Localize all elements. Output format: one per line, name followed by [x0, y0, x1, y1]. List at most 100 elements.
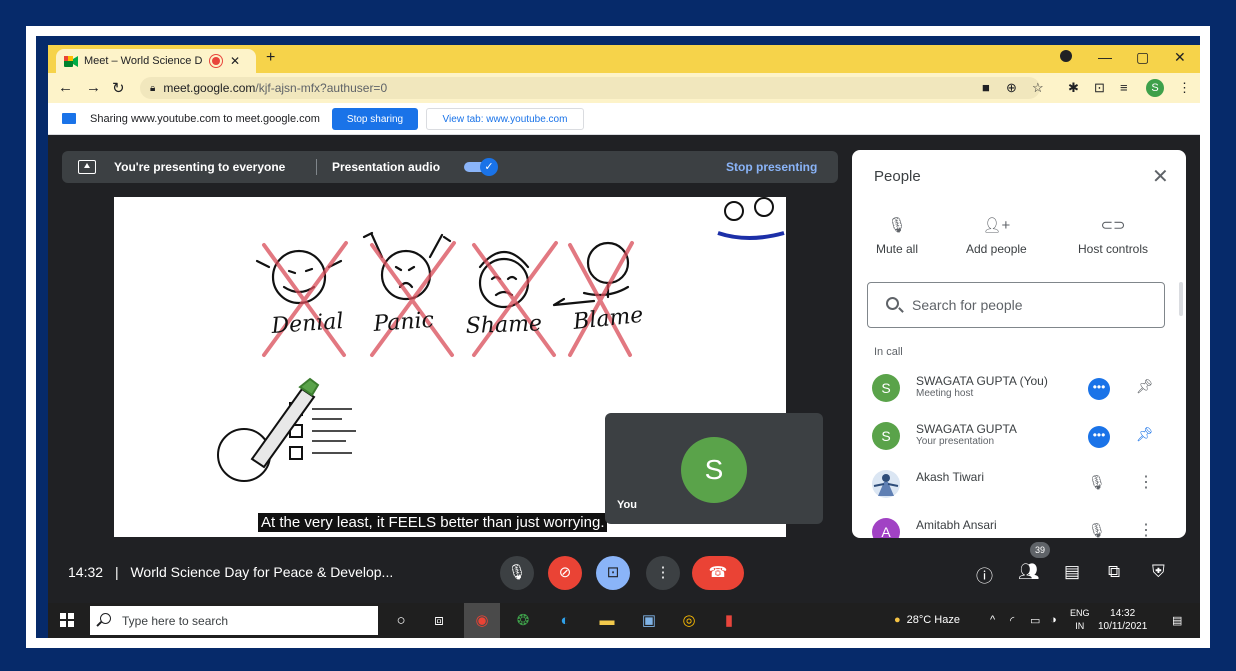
show-hidden-icons[interactable]: ^ [990, 614, 995, 626]
slide-word-panic: Panic [372, 308, 435, 337]
profile-avatar[interactable]: S [1146, 79, 1164, 97]
input-language[interactable]: ENG IN [1070, 607, 1090, 633]
people-icon[interactable]: 👥︎ [1018, 562, 1040, 582]
weather-widget[interactable]: ● 28°C Haze [894, 614, 960, 626]
meeting-details-icon[interactable]: ⓘ [976, 562, 993, 587]
view-tab-button[interactable]: View tab: www.youtube.com [426, 108, 584, 130]
participant-name: Amitabh Ansari [916, 518, 997, 532]
edge-icon[interactable]: ◐ [554, 610, 576, 632]
mic-off-icon: 🎙︎ [887, 217, 907, 234]
panic-x-mark [370, 241, 456, 357]
presenting-text: You're presenting to everyone [114, 160, 286, 174]
mute-all-button[interactable]: 🎙︎ Mute all [876, 216, 918, 256]
battery-icon[interactable]: ▭ [1030, 614, 1040, 627]
search-input[interactable] [912, 295, 1152, 315]
mic-off-icon: 🎙︎ [1088, 474, 1106, 490]
video-caption: At the very least, it FEELS better than … [258, 513, 608, 532]
microphone-button[interactable]: 🎙︎ [500, 556, 534, 590]
minimize-icon[interactable]: — [1098, 49, 1112, 65]
add-person-icon: 👤︎+ [982, 217, 1011, 234]
tab-close-icon[interactable]: ✕ [230, 54, 240, 68]
more-vert-icon[interactable]: ⋮ [1138, 520, 1154, 538]
volume-icon[interactable]: ◑ [1050, 614, 1057, 626]
search-icon [100, 613, 111, 624]
browser-toolbar: ← → ↻ 🔒︎ meet.google.com/kjf-ajsn-mfx?au… [48, 73, 1200, 103]
host-controls-button[interactable]: ⊂⊃ Host controls [1078, 216, 1148, 256]
close-icon[interactable]: ✕ [1152, 164, 1169, 189]
slide-word-shame: Shame [465, 311, 542, 339]
new-tab-button[interactable]: + [266, 49, 275, 67]
participant-subtitle: Your presentation [916, 436, 995, 447]
unpin-icon[interactable]: 📌︎ [1136, 426, 1154, 443]
system-clock[interactable]: 14:32 10/11/2021 [1098, 607, 1147, 633]
task-view-icon[interactable]: ⧈ [428, 610, 450, 632]
window-close-icon[interactable]: ✕ [1174, 49, 1186, 66]
chat-app-icon[interactable]: ❂ [512, 610, 534, 632]
add-people-button[interactable]: 👤︎+ Add people [966, 216, 1027, 256]
chrome-canary-icon[interactable]: ◉ [471, 610, 493, 632]
screen: Meet – World Science Day fo ✕ + — ▢ ✕ ← … [48, 45, 1200, 638]
cortana-icon[interactable]: ○ [390, 610, 412, 632]
more-options-icon[interactable]: ••• [1088, 378, 1110, 400]
clock-date: 10/11/2021 [1098, 621, 1148, 632]
back-arrow-icon[interactable]: ← [58, 79, 73, 96]
more-vert-icon[interactable]: ⋮ [1138, 472, 1154, 492]
chrome-menu-icon[interactable]: ⋮ [1178, 80, 1191, 96]
notifications-icon[interactable]: ▤ [1172, 614, 1182, 627]
participant-avatar: A [872, 518, 900, 538]
pin-icon[interactable]: 📌︎ [1136, 378, 1154, 395]
panel-scrollbar[interactable] [1179, 282, 1183, 316]
presentation-audio-toggle[interactable]: ✓ [464, 158, 500, 176]
stop-sharing-button[interactable]: Stop sharing [332, 108, 418, 130]
tab-title: Meet – World Science Day fo [84, 55, 202, 67]
windows-start-icon[interactable] [60, 613, 74, 627]
taskbar-search-placeholder: Type here to search [122, 614, 229, 628]
stop-presenting-button[interactable]: Stop presenting [726, 160, 817, 174]
more-options-button[interactable]: ⋮ [646, 556, 680, 590]
reading-list-icon[interactable]: ≡ [1120, 80, 1128, 95]
end-call-button[interactable]: ☎︎ [692, 556, 744, 590]
corner-figures [717, 197, 785, 240]
participant-count-badge: 39 [1030, 542, 1050, 558]
self-view-tile[interactable]: S You [605, 413, 823, 524]
bookmark-star-icon[interactable]: ☆ [1032, 80, 1044, 96]
divider [316, 159, 317, 175]
participant-subtitle: Meeting host [916, 388, 974, 399]
taskbar-search[interactable]: Type here to search [90, 606, 378, 635]
reload-icon[interactable]: ↻ [112, 79, 125, 97]
present-now-button[interactable]: ⊡ [596, 556, 630, 590]
camera-icon[interactable]: ■ [982, 80, 990, 95]
host-controls-icon[interactable]: ⛨ [1152, 562, 1165, 582]
activities-icon[interactable]: ⧉ [1108, 562, 1120, 582]
participant-row[interactable]: Akash Tiwari 🎙︎ ⋮ [852, 462, 1186, 508]
sharing-infobar: Sharing www.youtube.com to meet.google.c… [48, 103, 1200, 135]
profile-dot-icon[interactable] [1060, 50, 1072, 62]
participant-row[interactable]: S SWAGATA GUPTA Your presentation ••• 📌︎ [852, 414, 1186, 460]
camera-off-button[interactable]: ⊘ [548, 556, 582, 590]
forward-arrow-icon[interactable]: → [86, 79, 101, 96]
network-icon[interactable]: ◜ [1010, 614, 1014, 627]
recording-dot-icon [212, 57, 220, 65]
windows-taskbar: Type here to search ○ ⧈ ◉ ❂ ◐ ▬ ▣ ◎ ▮ ● 2… [48, 603, 1200, 638]
address-bar[interactable]: 🔒︎ meet.google.com/kjf-ajsn-mfx?authuser… [140, 77, 1040, 99]
meeting-info-separator: | [114, 564, 119, 580]
zoom-icon[interactable]: ⊕ [1006, 80, 1017, 96]
notes-app-icon[interactable]: ▣ [638, 610, 660, 632]
participant-row[interactable]: S SWAGATA GUPTA (You) Meeting host ••• 📌… [852, 366, 1186, 412]
clock-time: 14:32 [1110, 608, 1136, 619]
participant-row[interactable]: A Amitabh Ansari 🎙︎ ⋮ [852, 510, 1186, 538]
region-code: IN [1075, 621, 1085, 631]
cast-icon[interactable]: ⊡ [1094, 80, 1105, 96]
restore-icon[interactable]: ▢ [1136, 49, 1149, 66]
chrome-icon[interactable]: ◎ [678, 610, 700, 632]
browser-tab[interactable]: Meet – World Science Day fo ✕ [56, 49, 256, 73]
file-explorer-icon[interactable]: ▬ [596, 610, 618, 632]
office-icon[interactable]: ▮ [718, 610, 740, 632]
more-options-icon[interactable]: ••• [1088, 426, 1110, 448]
participant-avatar [872, 470, 900, 498]
chat-icon[interactable]: ▤ [1064, 562, 1080, 582]
people-panel: People ✕ 🎙︎ Mute all 👤︎+ Add people ⊂⊃ H… [852, 150, 1186, 538]
weather-text: 28°C Haze [906, 614, 960, 626]
mute-all-label: Mute all [876, 242, 919, 256]
extensions-icon[interactable]: ✱ [1068, 80, 1079, 96]
